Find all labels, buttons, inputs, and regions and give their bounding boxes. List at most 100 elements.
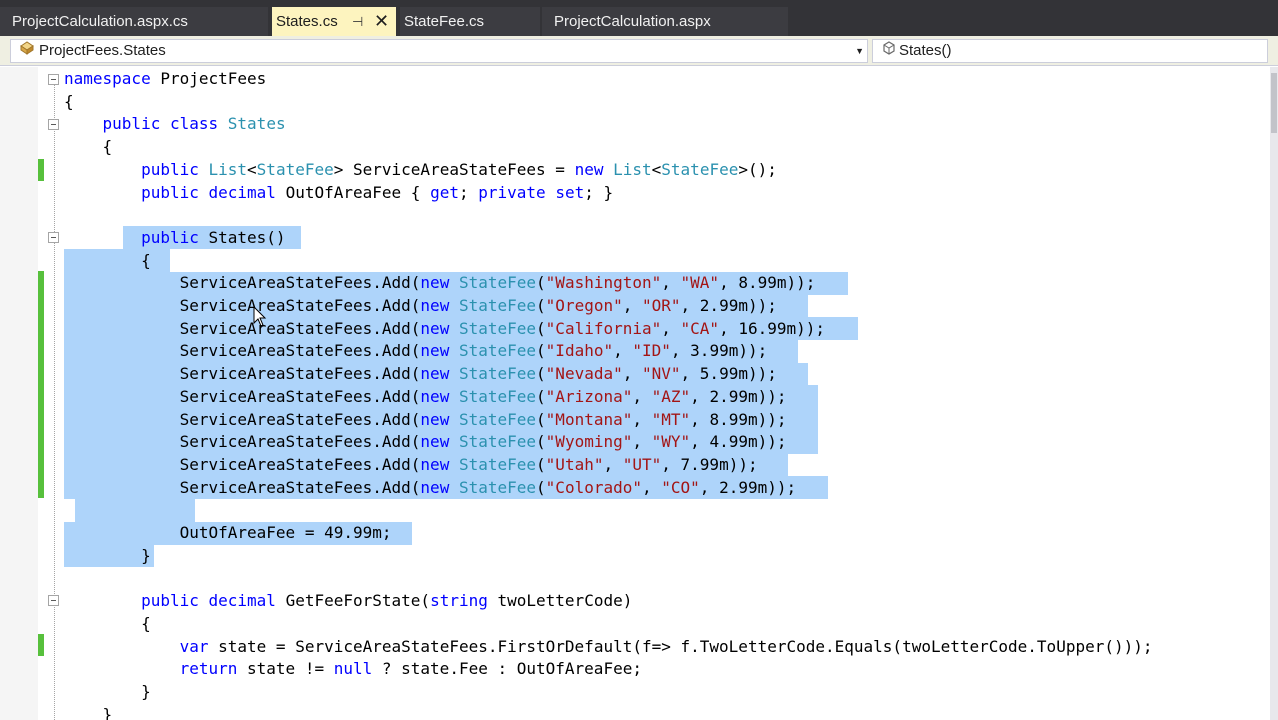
- code-line[interactable]: }: [64, 704, 113, 720]
- code-token: "WY": [651, 432, 691, 452]
- code-token: <: [247, 159, 257, 179]
- code-token: "Washington": [545, 273, 662, 293]
- code-line[interactable]: public List<StateFee> ServiceAreaStateFe…: [64, 159, 777, 182]
- type-dropdown[interactable]: ProjectFees.States ▼: [10, 39, 868, 63]
- tab-label: ProjectCalculation.aspx: [554, 13, 711, 30]
- selection-highlight: [75, 499, 195, 522]
- code-token: , 3.99m));: [670, 341, 768, 361]
- code-token: (: [536, 341, 546, 361]
- code-token: ,: [632, 386, 652, 406]
- code-line[interactable]: ServiceAreaStateFees.Add(new StateFee("W…: [64, 431, 787, 454]
- chevron-down-icon[interactable]: ▼: [855, 40, 864, 62]
- code-token: }: [64, 545, 151, 565]
- code-token: "Utah": [545, 454, 604, 474]
- scrollbar-thumb[interactable]: [1271, 73, 1277, 133]
- code-token: }: [64, 704, 113, 720]
- code-token: ,: [622, 296, 642, 315]
- code-line[interactable]: ServiceAreaStateFees.Add(new StateFee("A…: [64, 386, 787, 409]
- code-token: ServiceAreaStateFees.Add(: [64, 432, 421, 452]
- code-token: <: [651, 159, 662, 179]
- tab-projectcalculation-aspx-cs[interactable]: ProjectCalculation.aspx.cs: [0, 7, 268, 36]
- code-line[interactable]: OutOfAreaFee = 49.99m;: [64, 522, 392, 545]
- code-token: public: [141, 591, 199, 611]
- collapse-icon[interactable]: [48, 595, 59, 606]
- code-line[interactable]: }: [64, 681, 151, 704]
- code-token: string: [430, 591, 488, 611]
- code-token: (: [536, 477, 546, 497]
- code-token: "Oregon": [545, 296, 623, 315]
- code-token: (: [536, 454, 546, 474]
- code-token: public: [141, 227, 199, 247]
- collapse-icon[interactable]: [48, 119, 59, 130]
- code-token: ,: [603, 454, 623, 474]
- code-line[interactable]: namespace ProjectFees: [64, 68, 266, 91]
- close-icon[interactable]: ✕: [374, 7, 389, 36]
- code-line[interactable]: ServiceAreaStateFees.Add(new StateFee("C…: [64, 318, 825, 341]
- code-token: StateFee: [458, 454, 537, 474]
- code-token: twoLetterCode): [487, 591, 633, 611]
- member-dropdown[interactable]: States(): [872, 39, 1268, 63]
- code-token: States: [227, 114, 286, 134]
- code-token: {: [64, 613, 151, 633]
- code-line[interactable]: {: [64, 613, 151, 636]
- document-tab-strip: ProjectCalculation.aspx.cs States.cs ⊣ ✕…: [0, 0, 1278, 36]
- code-token: new: [420, 273, 450, 293]
- code-token: "OR": [642, 296, 681, 315]
- code-token: ServiceAreaStateFees.Add(: [64, 409, 421, 429]
- code-token: StateFee: [458, 432, 537, 452]
- code-line[interactable]: {: [64, 250, 151, 273]
- code-line[interactable]: ServiceAreaStateFees.Add(new StateFee("U…: [64, 454, 758, 477]
- code-token: ,: [632, 409, 652, 429]
- collapse-icon[interactable]: [48, 232, 59, 243]
- code-line[interactable]: public class States: [64, 113, 286, 136]
- code-token: (: [536, 296, 546, 315]
- code-token: GetFeeForState(: [275, 591, 431, 611]
- code-token: class: [169, 114, 219, 134]
- tab-statefee-cs[interactable]: StateFee.cs: [400, 7, 540, 36]
- tab-projectcalculation-aspx[interactable]: ProjectCalculation.aspx: [542, 7, 788, 36]
- code-token: (: [536, 386, 546, 406]
- code-line[interactable]: var state = ServiceAreaStateFees.FirstOr…: [64, 636, 1153, 659]
- vertical-scrollbar[interactable]: [1270, 67, 1278, 720]
- code-line[interactable]: }: [64, 545, 151, 568]
- code-line[interactable]: public decimal GetFeeForState(string two…: [64, 590, 632, 613]
- code-line[interactable]: ServiceAreaStateFees.Add(new StateFee("O…: [64, 295, 777, 318]
- code-token: namespace: [64, 69, 151, 88]
- code-token: return: [179, 659, 238, 679]
- code-token: ServiceAreaStateFees.Add(: [64, 318, 421, 338]
- code-token: , 16.99m));: [719, 318, 826, 338]
- code-token: List: [208, 159, 248, 179]
- code-line[interactable]: public States(): [64, 227, 286, 250]
- code-line[interactable]: {: [64, 91, 74, 114]
- pin-icon[interactable]: ⊣: [352, 7, 363, 36]
- outline-guide: [54, 85, 55, 720]
- code-token: >();: [738, 159, 777, 179]
- tab-states-cs[interactable]: States.cs ⊣ ✕: [272, 7, 396, 36]
- code-token: ;: [458, 182, 479, 202]
- code-token: public: [141, 159, 199, 179]
- code-token: "CA": [680, 318, 720, 338]
- code-line[interactable]: return state != null ? state.Fee : OutOf…: [64, 658, 642, 681]
- code-token: , 2.99m));: [680, 296, 777, 315]
- code-line[interactable]: ServiceAreaStateFees.Add(new StateFee("C…: [64, 477, 797, 500]
- code-line[interactable]: ServiceAreaStateFees.Add(new StateFee("I…: [64, 340, 768, 363]
- code-token: ServiceAreaStateFees.Add(: [64, 341, 421, 361]
- code-line[interactable]: public decimal OutOfAreaFee { get; priva…: [64, 182, 613, 205]
- code-line[interactable]: ServiceAreaStateFees.Add(new StateFee("M…: [64, 409, 787, 432]
- code-token: "California": [545, 318, 662, 338]
- code-token: , 4.99m));: [690, 432, 787, 452]
- code-line[interactable]: {: [64, 136, 113, 159]
- code-token: }: [64, 681, 151, 701]
- code-editor[interactable]: namespace ProjectFees{ public class Stat…: [0, 67, 1278, 720]
- code-line[interactable]: ServiceAreaStateFees.Add(new StateFee("N…: [64, 363, 777, 386]
- collapse-icon[interactable]: [48, 74, 59, 85]
- code-line[interactable]: ServiceAreaStateFees.Add(new StateFee("W…: [64, 272, 816, 295]
